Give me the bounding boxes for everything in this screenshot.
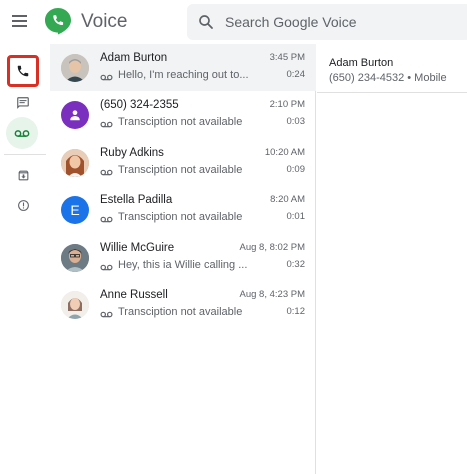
contact-name: Willie McGuire — [100, 242, 175, 254]
contact-name: Adam Burton — [100, 52, 168, 64]
list-item[interactable]: E Estella Padilla 8:20 AM Transciption n… — [50, 186, 316, 233]
voicemail-duration: 0:01 — [286, 211, 306, 222]
contact-name: Anne Russell — [100, 289, 168, 301]
voicemail-duration: 0:03 — [286, 116, 306, 127]
message-snippet: Transciption not available — [118, 211, 243, 223]
contact-avatar-willie-mcguire — [61, 244, 89, 272]
nav-spam-button[interactable] — [7, 189, 39, 221]
phone-icon — [17, 65, 29, 77]
hamburger-line — [12, 15, 27, 17]
search-bar[interactable] — [187, 4, 467, 40]
item-time: 3:45 PM — [269, 52, 305, 63]
avatar-photo-icon — [61, 54, 89, 82]
message-snippet: Transciption not available — [118, 116, 243, 128]
nav-calls-button[interactable] — [7, 55, 39, 87]
list-item[interactable]: Adam Burton 3:45 PM Hello, I'm reaching … — [50, 44, 316, 91]
contact-avatar-ruby-adkins — [61, 149, 89, 177]
app-header: Voice — [0, 0, 467, 44]
voicemail-icon — [100, 216, 113, 223]
item-time: 10:20 AM — [264, 147, 305, 158]
voicemail-icon — [100, 311, 113, 318]
voicemail-icon — [100, 74, 113, 81]
contact-name: Ruby Adkins — [100, 147, 164, 159]
main-menu-button[interactable] — [10, 12, 30, 32]
detail-contact-name: Adam Burton — [329, 57, 394, 69]
google-voice-logo-icon[interactable] — [44, 7, 72, 35]
message-snippet: Hey, this ia Willie calling ... — [118, 259, 248, 271]
avatar-letter: E — [70, 202, 80, 218]
message-snippet: Hello, I'm reaching out to... — [118, 69, 249, 81]
item-time: 8:20 AM — [270, 194, 305, 205]
voicemail-duration: 0:12 — [286, 306, 306, 317]
contact-avatar-adam-burton — [61, 54, 89, 82]
conversation-detail: Adam Burton (650) 234-4532 • Mobile — [317, 44, 467, 474]
message-snippet: Transciption not available — [118, 164, 243, 176]
voicemail-duration: 0:24 — [286, 69, 306, 80]
avatar-photo-icon — [61, 244, 89, 272]
nav-divider — [4, 154, 46, 155]
list-item[interactable]: (650) 324-2355 2:10 PM Transciption not … — [50, 91, 316, 138]
item-time: Aug 8, 8:02 PM — [239, 242, 305, 253]
contact-name: (650) 324-2355 — [100, 99, 179, 111]
item-time: Aug 8, 4:23 PM — [239, 289, 305, 300]
person-icon — [70, 110, 80, 121]
hamburger-line — [12, 25, 27, 27]
app-title: Voice — [81, 11, 128, 32]
search-icon[interactable] — [197, 13, 215, 31]
list-item[interactable]: Willie McGuire Aug 8, 8:02 PM Hey, this … — [50, 234, 316, 281]
voicemail-icon — [14, 129, 30, 137]
detail-header: Adam Burton (650) 234-4532 • Mobile — [317, 44, 467, 93]
list-item[interactable]: Anne Russell Aug 8, 4:23 PM Transciption… — [50, 281, 316, 328]
voicemail-icon — [100, 264, 113, 271]
voicemail-icon — [100, 121, 113, 128]
list-item[interactable]: Ruby Adkins 10:20 AM Transciption not av… — [50, 139, 316, 186]
nav-messages-button[interactable] — [7, 87, 39, 119]
hamburger-line — [12, 20, 27, 22]
search-input[interactable] — [225, 4, 465, 40]
contact-avatar-anne-russell — [61, 291, 89, 319]
nav-rail — [0, 44, 50, 474]
nav-voicemail-button[interactable] — [6, 117, 38, 149]
voicemail-icon — [100, 169, 113, 176]
message-icon — [17, 97, 29, 109]
voicemail-duration: 0:32 — [286, 259, 306, 270]
spam-icon — [17, 199, 29, 211]
detail-phone-number: (650) 234-4532 • Mobile — [329, 72, 447, 84]
avatar-photo-icon — [61, 149, 89, 177]
message-snippet: Transciption not available — [118, 306, 243, 318]
archive-icon — [18, 170, 28, 180]
avatar-photo-icon — [61, 291, 89, 319]
contact-name: Estella Padilla — [100, 194, 173, 206]
contact-avatar-estella-padilla: E — [61, 196, 89, 224]
nav-archive-button[interactable] — [7, 159, 39, 191]
voicemail-list: Adam Burton 3:45 PM Hello, I'm reaching … — [50, 44, 316, 474]
item-time: 2:10 PM — [269, 99, 305, 110]
contact-avatar-unknown — [61, 101, 89, 129]
voicemail-duration: 0:09 — [286, 164, 306, 175]
